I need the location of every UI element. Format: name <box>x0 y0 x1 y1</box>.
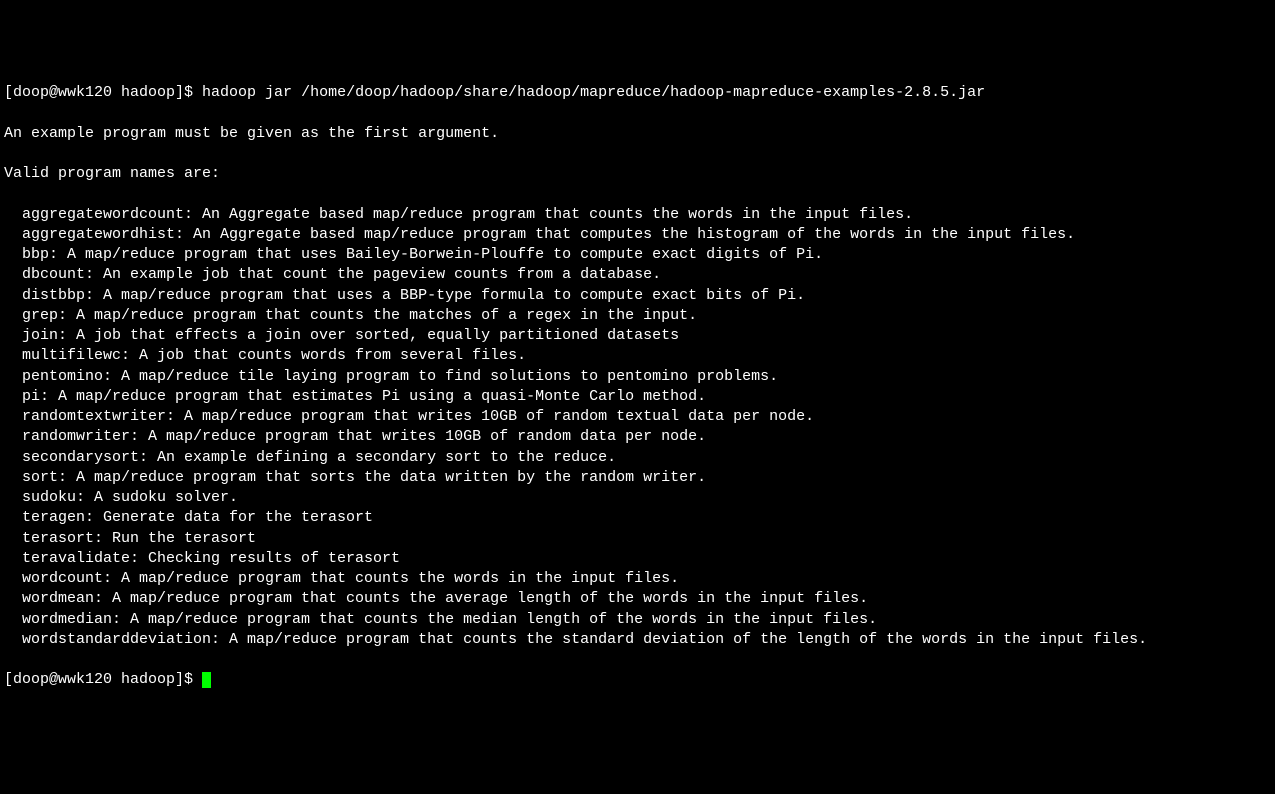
shell-prompt: [doop@wwk120 hadoop]$ <box>4 84 202 101</box>
program-entry: join: A job that effects a join over sor… <box>4 326 1271 346</box>
program-entry: sort: A map/reduce program that sorts th… <box>4 468 1271 488</box>
program-entry: randomwriter: A map/reduce program that … <box>4 427 1271 447</box>
program-entry: sudoku: A sudoku solver. <box>4 488 1271 508</box>
prompt-line[interactable]: [doop@wwk120 hadoop]$ <box>4 670 1271 690</box>
program-entry: dbcount: An example job that count the p… <box>4 265 1271 285</box>
cursor-icon <box>202 672 211 689</box>
program-entry: wordstandarddeviation: A map/reduce prog… <box>4 630 1271 650</box>
program-list: aggregatewordcount: An Aggregate based m… <box>4 205 1271 651</box>
program-entry: wordmedian: A map/reduce program that co… <box>4 610 1271 630</box>
command-line: [doop@wwk120 hadoop]$ hadoop jar /home/d… <box>4 83 1271 103</box>
shell-prompt: [doop@wwk120 hadoop]$ <box>4 671 202 688</box>
program-entry: pi: A map/reduce program that estimates … <box>4 387 1271 407</box>
program-entry: secondarysort: An example defining a sec… <box>4 448 1271 468</box>
program-entry: wordmean: A map/reduce program that coun… <box>4 589 1271 609</box>
program-entry: bbp: A map/reduce program that uses Bail… <box>4 245 1271 265</box>
error-message: An example program must be given as the … <box>4 124 1271 144</box>
program-entry: aggregatewordcount: An Aggregate based m… <box>4 205 1271 225</box>
valid-programs-header: Valid program names are: <box>4 164 1271 184</box>
program-entry: wordcount: A map/reduce program that cou… <box>4 569 1271 589</box>
program-entry: randomtextwriter: A map/reduce program t… <box>4 407 1271 427</box>
program-entry: multifilewc: A job that counts words fro… <box>4 346 1271 366</box>
program-entry: teragen: Generate data for the terasort <box>4 508 1271 528</box>
program-entry: teravalidate: Checking results of teraso… <box>4 549 1271 569</box>
program-entry: grep: A map/reduce program that counts t… <box>4 306 1271 326</box>
command-text: hadoop jar /home/doop/hadoop/share/hadoo… <box>202 84 985 101</box>
program-entry: distbbp: A map/reduce program that uses … <box>4 286 1271 306</box>
program-entry: pentomino: A map/reduce tile laying prog… <box>4 367 1271 387</box>
program-entry: aggregatewordhist: An Aggregate based ma… <box>4 225 1271 245</box>
